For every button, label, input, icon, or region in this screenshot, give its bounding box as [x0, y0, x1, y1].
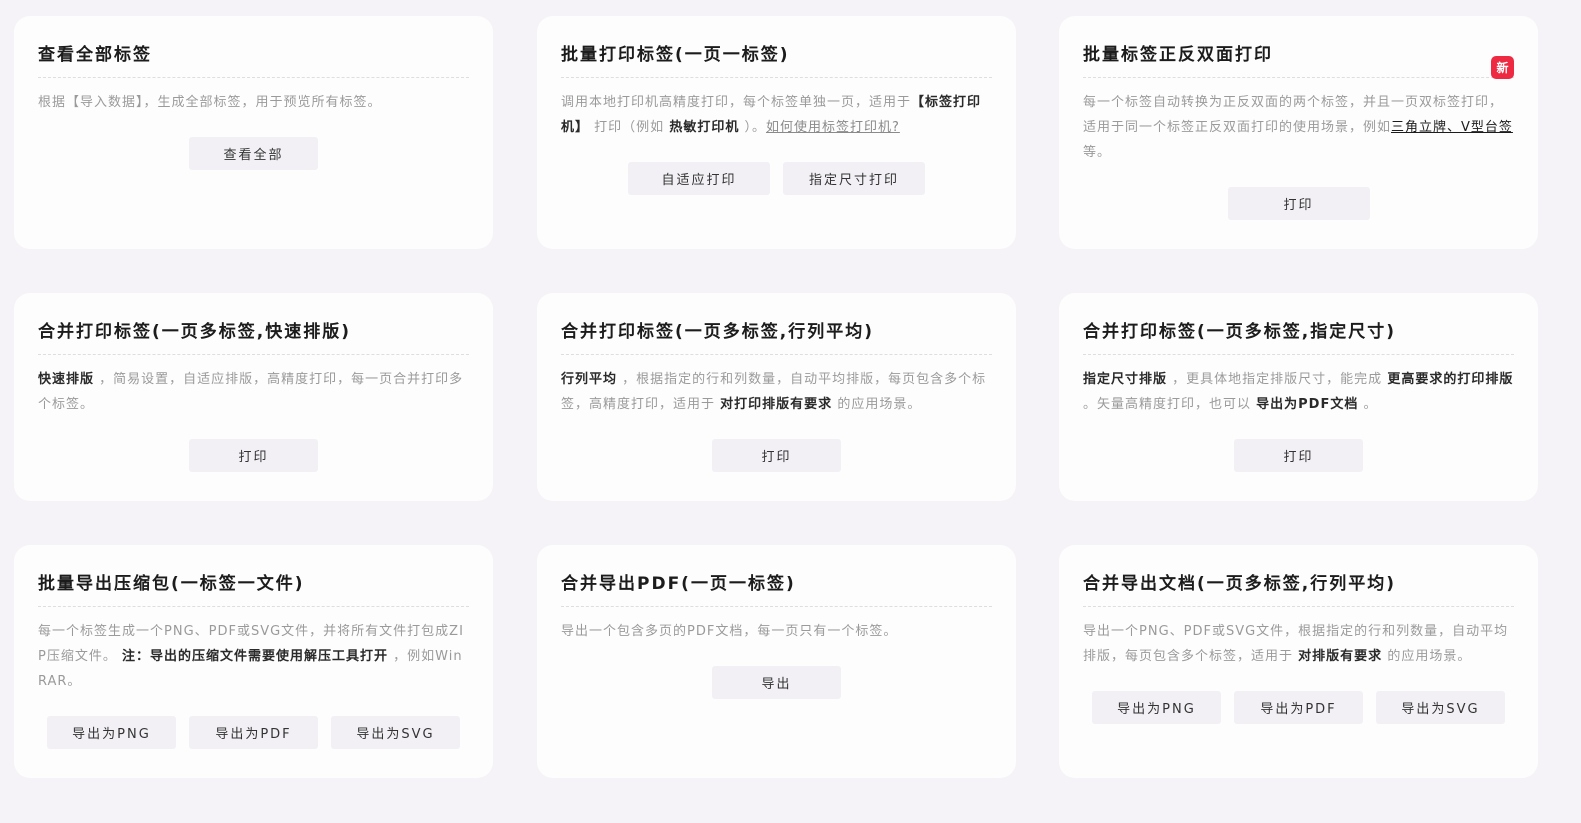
- card-merge-grid: 合并打印标签(一页多标签,行列平均) 行列平均 ，根据指定的行和列数量，自动平均…: [537, 293, 1016, 501]
- export-zip-svg-button[interactable]: 导出为SVG: [331, 716, 460, 749]
- divider: [561, 77, 992, 78]
- button-row: 自适应打印 指定尺寸打印: [561, 162, 992, 195]
- divider: [561, 354, 992, 355]
- card-merge-quick: 合并打印标签(一页多标签,快速排版) 快速排版 ，简易设置，自适应排版，高精度打…: [14, 293, 493, 501]
- card-export-zip: 批量导出压缩包(一标签一文件) 每一个标签生成一个PNG、PDF或SVG文件，并…: [14, 545, 493, 778]
- adaptive-print-button[interactable]: 自适应打印: [628, 162, 770, 195]
- export-doc-svg-button[interactable]: 导出为SVG: [1376, 691, 1505, 724]
- button-row: 导出: [561, 666, 992, 699]
- card-view-all: 查看全部标签 根据【导入数据】，生成全部标签，用于预览所有标签。 查看全部: [14, 16, 493, 249]
- card-description: 根据【导入数据】，生成全部标签，用于预览所有标签。: [38, 95, 382, 110]
- printer-help-link[interactable]: 如何使用标签打印机?: [766, 120, 900, 135]
- card-batch-print: 批量打印标签(一页一标签) 调用本地打印机高精度打印，每个标签单独一页，适用于【…: [537, 16, 1016, 249]
- button-row: 打印: [561, 439, 992, 472]
- card-title: 合并打印标签(一页多标签,指定尺寸): [1083, 322, 1396, 342]
- button-row: 查看全部: [38, 137, 469, 170]
- button-row: 打印: [1083, 187, 1514, 220]
- card-title: 合并打印标签(一页多标签,快速排版): [38, 322, 351, 342]
- tent-card-link[interactable]: 三角立牌、V型台签: [1391, 120, 1513, 135]
- export-zip-png-button[interactable]: 导出为PNG: [47, 716, 176, 749]
- card-description: 行列平均 ，根据指定的行和列数量，自动平均排版，每页包含多个标签，高精度打印，适…: [561, 372, 987, 412]
- card-duplex-print: 批量标签正反双面打印 新 每一个标签自动转换为正反双面的两个标签，并且一页双标签…: [1059, 16, 1538, 249]
- card-description: 调用本地打印机高精度打印，每个标签单独一页，适用于【标签打印机】 打印（例如 热…: [561, 95, 982, 135]
- button-row: 打印: [1083, 439, 1514, 472]
- divider: [561, 606, 992, 607]
- card-title: 合并打印标签(一页多标签,行列平均): [561, 322, 874, 342]
- card-title: 批量打印标签(一页一标签): [561, 45, 790, 65]
- divider: [1083, 606, 1514, 607]
- card-export-pdf: 合并导出PDF(一页一标签) 导出一个包含多页的PDF文档，每一页只有一个标签。…: [537, 545, 1016, 778]
- export-doc-png-button[interactable]: 导出为PNG: [1092, 691, 1221, 724]
- card-merge-size: 合并打印标签(一页多标签,指定尺寸) 指定尺寸排版 ，更具体地指定排版尺寸，能完…: [1059, 293, 1538, 501]
- divider: [38, 606, 469, 607]
- merge-size-print-button[interactable]: 打印: [1234, 439, 1363, 472]
- card-title: 批量标签正反双面打印: [1083, 45, 1273, 65]
- button-row: 导出为PNG 导出为PDF 导出为SVG: [38, 716, 469, 749]
- card-description: 每一个标签自动转换为正反双面的两个标签，并且一页双标签打印，适用于同一个标签正反…: [1083, 95, 1513, 160]
- card-description: 导出一个PNG、PDF或SVG文件，根据指定的行和列数量，自动平均排版，每页包含…: [1083, 624, 1509, 664]
- card-title: 查看全部标签: [38, 45, 152, 65]
- card-export-doc: 合并导出文档(一页多标签,行列平均) 导出一个PNG、PDF或SVG文件，根据指…: [1059, 545, 1538, 778]
- new-badge: 新: [1491, 56, 1514, 79]
- card-description: 导出一个包含多页的PDF文档，每一页只有一个标签。: [561, 624, 898, 639]
- divider: [1083, 354, 1514, 355]
- card-title: 合并导出PDF(一页一标签): [561, 574, 796, 594]
- divider: [38, 77, 469, 78]
- card-description: 指定尺寸排版 ，更具体地指定排版尺寸，能完成 更高要求的打印排版 。矢量高精度打…: [1083, 372, 1514, 412]
- export-pdf-button[interactable]: 导出: [712, 666, 841, 699]
- card-description: 每一个标签生成一个PNG、PDF或SVG文件，并将所有文件打包成ZIP压缩文件。…: [38, 624, 464, 689]
- divider: [38, 354, 469, 355]
- export-doc-pdf-button[interactable]: 导出为PDF: [1234, 691, 1363, 724]
- card-title: 批量导出压缩包(一标签一文件): [38, 574, 305, 594]
- merge-grid-print-button[interactable]: 打印: [712, 439, 841, 472]
- merge-quick-print-button[interactable]: 打印: [189, 439, 318, 472]
- button-row: 导出为PNG 导出为PDF 导出为SVG: [1083, 691, 1514, 724]
- card-description: 快速排版 ，简易设置，自适应排版，高精度打印，每一页合并打印多个标签。: [38, 372, 464, 412]
- export-zip-pdf-button[interactable]: 导出为PDF: [189, 716, 318, 749]
- view-all-button[interactable]: 查看全部: [189, 137, 318, 170]
- fixed-size-print-button[interactable]: 指定尺寸打印: [783, 162, 925, 195]
- duplex-print-button[interactable]: 打印: [1227, 187, 1370, 220]
- button-row: 打印: [38, 439, 469, 472]
- divider: [1083, 77, 1514, 78]
- card-title: 合并导出文档(一页多标签,行列平均): [1083, 574, 1396, 594]
